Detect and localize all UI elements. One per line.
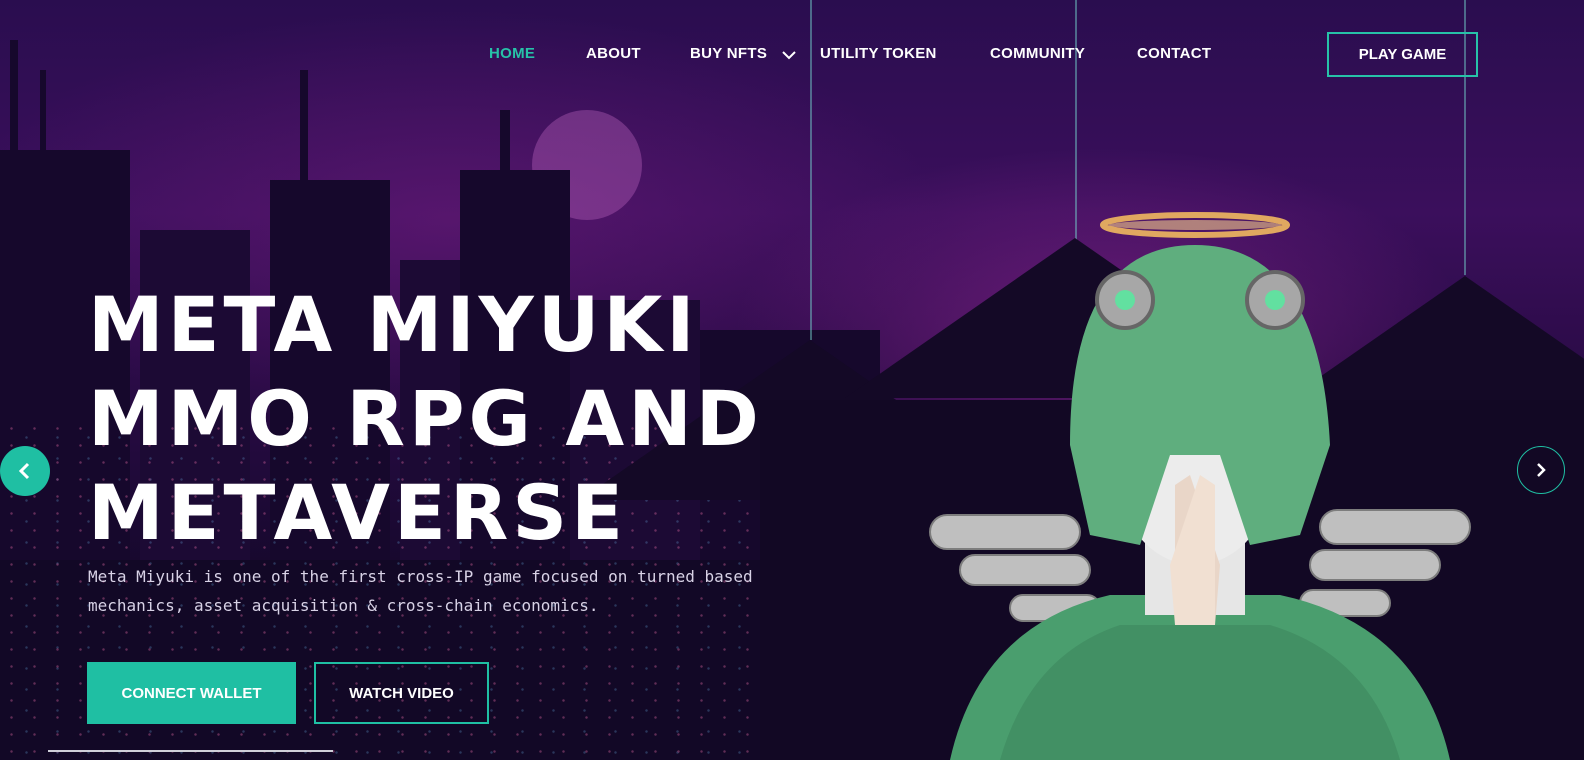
hero-title-line: METAVERSE [88,468,628,557]
nav-about[interactable]: ABOUT [586,45,641,62]
play-game-button[interactable]: PLAY GAME [1327,32,1478,77]
nav-utility-token[interactable]: UTILITY TOKEN [820,45,937,62]
hero-description: Meta Miyuki is one of the first cross-IP… [88,562,808,620]
character-illustration [929,212,1471,760]
carousel-next-button[interactable] [1517,446,1565,494]
nav-buy-nfts[interactable]: BUY NFTS [690,45,767,62]
hero-title-line: MMO RPG AND [88,374,763,463]
hero-title-line: META MIYUKI [88,280,699,369]
hero-title: META MIYUKI MMO RPG AND METAVERSE [88,278,848,560]
divider-line [48,750,333,752]
nav-home[interactable]: HOME [489,45,535,62]
nav-contact[interactable]: CONTACT [1137,45,1211,62]
carousel-prev-button[interactable] [0,446,50,496]
watch-video-button[interactable]: WATCH VIDEO [314,662,489,724]
nav-community[interactable]: COMMUNITY [990,45,1085,62]
hero-description-line: mechanics, asset acquisition & cross-cha… [88,596,599,615]
connect-wallet-button[interactable]: CONNECT WALLET [87,662,296,724]
chevron-left-icon [18,462,30,480]
chevron-right-icon [1537,463,1546,477]
chevron-down-icon[interactable] [782,48,796,62]
hero-description-line: Meta Miyuki is one of the first cross-IP… [88,567,753,586]
